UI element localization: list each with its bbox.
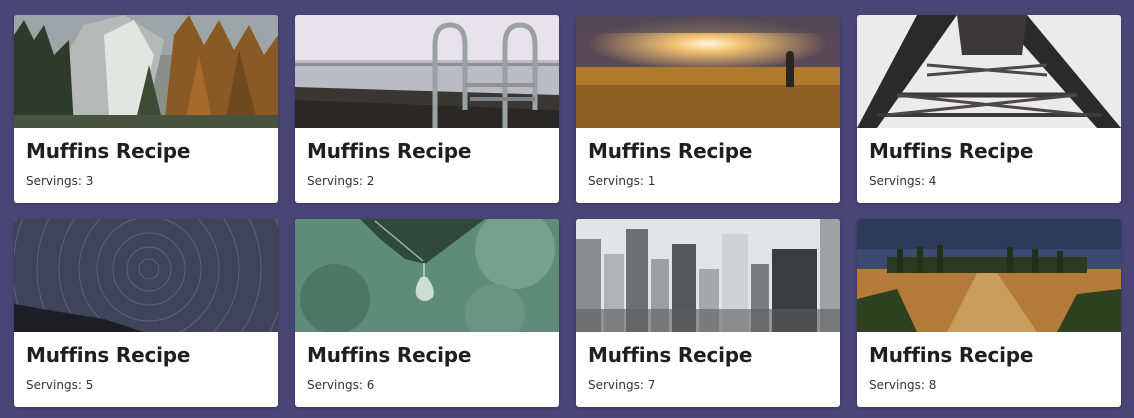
recipe-servings: Servings: 2 xyxy=(307,174,375,188)
leaf-waterdrop-image xyxy=(295,219,559,332)
recipe-title: Muffins Recipe xyxy=(869,139,1034,163)
recipe-card[interactable]: Muffins Recipe Servings: 8 xyxy=(857,219,1121,407)
recipe-card[interactable]: Muffins Recipe Servings: 6 xyxy=(295,219,559,407)
recipe-title: Muffins Recipe xyxy=(588,139,753,163)
recipe-card[interactable]: Muffins Recipe Servings: 4 xyxy=(857,15,1121,203)
recipe-title: Muffins Recipe xyxy=(588,343,753,367)
recipe-servings: Servings: 7 xyxy=(588,378,656,392)
sunset-field-image xyxy=(576,15,840,128)
steel-tower-image xyxy=(857,15,1121,128)
recipe-grid: Muffins Recipe Servings: 3 Muffins Recip… xyxy=(0,0,1134,418)
recipe-title: Muffins Recipe xyxy=(307,343,472,367)
star-trails-image xyxy=(14,219,278,332)
recipe-servings: Servings: 1 xyxy=(588,174,656,188)
city-skyline-image xyxy=(576,219,840,332)
countryside-path-image xyxy=(857,219,1121,332)
recipe-card[interactable]: Muffins Recipe Servings: 3 xyxy=(14,15,278,203)
pool-ladder-lake-image xyxy=(295,15,559,128)
recipe-title: Muffins Recipe xyxy=(26,343,191,367)
recipe-servings: Servings: 5 xyxy=(26,378,94,392)
recipe-servings: Servings: 3 xyxy=(26,174,94,188)
recipe-card[interactable]: Muffins Recipe Servings: 2 xyxy=(295,15,559,203)
recipe-servings: Servings: 6 xyxy=(307,378,375,392)
forest-mountain-image xyxy=(14,15,278,128)
recipe-title: Muffins Recipe xyxy=(307,139,472,163)
recipe-card[interactable]: Muffins Recipe Servings: 5 xyxy=(14,219,278,407)
recipe-title: Muffins Recipe xyxy=(26,139,191,163)
recipe-title: Muffins Recipe xyxy=(869,343,1034,367)
recipe-card[interactable]: Muffins Recipe Servings: 1 xyxy=(576,15,840,203)
recipe-card[interactable]: Muffins Recipe Servings: 7 xyxy=(576,219,840,407)
recipe-servings: Servings: 4 xyxy=(869,174,937,188)
recipe-servings: Servings: 8 xyxy=(869,378,937,392)
